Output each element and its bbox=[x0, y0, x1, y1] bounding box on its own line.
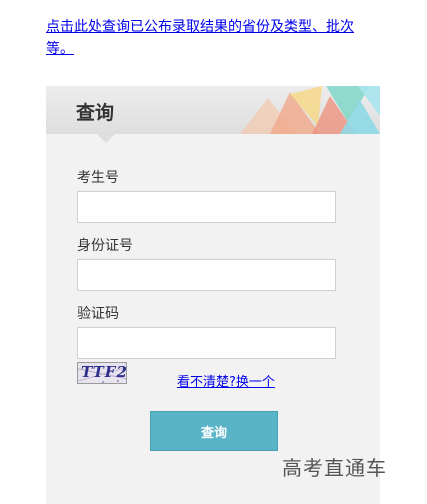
id-number-input[interactable] bbox=[77, 259, 336, 291]
captcha-image[interactable]: TTF2 bbox=[77, 362, 127, 384]
captcha-input[interactable] bbox=[77, 327, 336, 359]
panel-header: 查询 bbox=[46, 86, 380, 134]
header-pointer bbox=[97, 134, 115, 143]
query-panel: 查询 考生号 身份证号 验证码 TTF2 看不清楚?换一个 查询 bbox=[46, 86, 380, 504]
panel-title: 查询 bbox=[76, 102, 115, 124]
exam-number-label: 考生号 bbox=[77, 170, 119, 186]
exam-number-input[interactable] bbox=[77, 191, 336, 223]
published-results-link[interactable]: 点击此处查询已公布录取结果的省份及类型、批次等。 bbox=[46, 16, 376, 60]
header-decoration bbox=[240, 86, 380, 134]
refresh-captcha-link[interactable]: 看不清楚?换一个 bbox=[177, 371, 275, 390]
captcha-text: TTF2 bbox=[81, 363, 127, 381]
query-button[interactable]: 查询 bbox=[150, 411, 278, 451]
captcha-label: 验证码 bbox=[77, 306, 119, 322]
id-number-label: 身份证号 bbox=[77, 238, 133, 254]
watermark-text: 高考直通车 bbox=[282, 456, 387, 480]
